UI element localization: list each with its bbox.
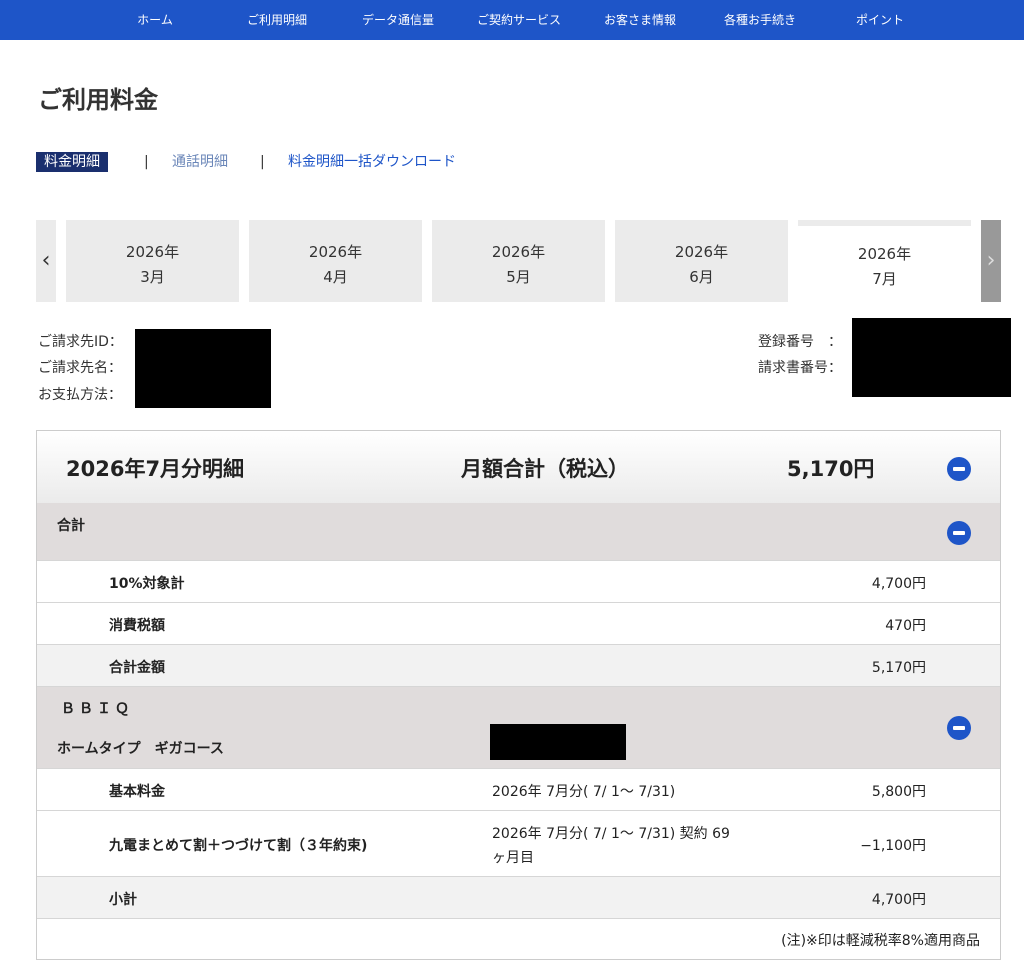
total-section-label: 合計	[57, 518, 85, 534]
month-month: 6月	[689, 268, 714, 286]
monthly-total-label: 月額合計（税込）	[461, 457, 629, 481]
row-label: 基本料金	[109, 784, 165, 800]
table-row: 合計金額 5,170円	[37, 645, 1000, 687]
month-tab-2026-06[interactable]: 2026年 6月	[615, 220, 788, 302]
chevron-right-icon[interactable]: ›	[981, 220, 1001, 302]
chevron-left-icon[interactable]: ‹	[36, 220, 56, 302]
row-label: 消費税額	[109, 618, 165, 634]
bulk-download-link[interactable]: 料金明細一括ダウンロード	[288, 152, 456, 172]
tab-call-details[interactable]: 通話明細	[172, 152, 228, 172]
table-row: 10%対象計 4,700円	[37, 561, 1000, 603]
month-month: 4月	[323, 268, 348, 286]
row-label: 小計	[109, 892, 137, 908]
redacted-block	[135, 329, 271, 408]
month-tab-2026-05[interactable]: 2026年 5月	[432, 220, 605, 302]
statement-panel: 2026年7月分明細 月額合計（税込） 5,170円 合計 10%対象計 4,7…	[36, 430, 1001, 960]
table-row: 消費税額 470円	[37, 603, 1000, 645]
row-label: 合計金額	[109, 660, 165, 676]
row-amount: 5,170円	[871, 660, 926, 676]
divider: |	[260, 154, 265, 170]
row-amount: 470円	[885, 618, 926, 634]
redacted-block	[490, 724, 626, 760]
service-plan: ホームタイプ ギガコース	[57, 741, 224, 757]
total-section-header: 合計	[37, 503, 1000, 561]
statement-title: 2026年7月分明細	[66, 457, 245, 481]
collapse-icon[interactable]	[947, 457, 971, 481]
nav-data-usage[interactable]: データ通信量	[362, 0, 434, 40]
service-name: ＢＢＩＱ	[61, 701, 133, 717]
row-period: 2026年 7月分( 7/ 1～ 7/31) 契約 69	[492, 826, 730, 842]
divider: |	[144, 154, 149, 170]
row-amount: −1,100円	[860, 838, 926, 854]
footnote-row: (注)※印は軽減税率8%適用商品	[37, 919, 1000, 959]
row-label: 九電まとめて割＋つづけて割（３年約束)	[109, 838, 368, 854]
service-section-header: ＢＢＩＱ ホームタイプ ギガコース	[37, 687, 1000, 769]
page-title: ご利用料金	[38, 86, 158, 114]
monthly-total-amount: 5,170円	[787, 457, 875, 481]
month-tab-2026-04[interactable]: 2026年 4月	[249, 220, 422, 302]
tab-billing-details[interactable]: 料金明細	[36, 152, 108, 172]
month-month: 7月	[872, 270, 897, 288]
nav-usage-details[interactable]: ご利用明細	[247, 0, 307, 40]
collapse-icon[interactable]	[947, 521, 971, 545]
month-tab-2026-07[interactable]: 2026年 7月	[798, 220, 971, 302]
month-year: 2026年	[674, 243, 729, 261]
month-year: 2026年	[308, 243, 363, 261]
row-amount: 4,700円	[871, 892, 926, 908]
table-row: 小計 4,700円	[37, 877, 1000, 919]
table-row: 基本料金 2026年 7月分( 7/ 1～ 7/31) 5,800円	[37, 769, 1000, 811]
collapse-icon[interactable]	[947, 716, 971, 740]
nav-procedures[interactable]: 各種お手続き	[724, 0, 796, 40]
month-month: 5月	[506, 268, 531, 286]
row-period-continued: ヶ月目	[492, 850, 534, 866]
nav-home[interactable]: ホーム	[137, 0, 173, 40]
month-selector: ‹ 2026年 3月 2026年 4月 2026年 5月 2026年 6月 20…	[0, 220, 1024, 302]
nav-points[interactable]: ポイント	[856, 0, 904, 40]
month-year: 2026年	[491, 243, 546, 261]
registration-number-label: 登録番号 ：	[758, 334, 842, 350]
row-label: 10%対象計	[109, 576, 185, 592]
invoice-number-label: 請求書番号：	[758, 360, 842, 376]
billing-name-label: ご請求先名：	[38, 360, 122, 376]
month-year: 2026年	[125, 243, 180, 261]
month-tab-2026-03[interactable]: 2026年 3月	[66, 220, 239, 302]
footnote: (注)※印は軽減税率8%適用商品	[781, 933, 980, 949]
payment-method-label: お支払方法：	[38, 387, 122, 403]
statement-header: 2026年7月分明細 月額合計（税込） 5,170円	[37, 431, 1000, 504]
billing-id-label: ご請求先ID：	[38, 334, 123, 350]
top-navigation: ホーム ご利用明細 データ通信量 ご契約サービス お客さま情報 各種お手続き ポ…	[0, 0, 1024, 40]
month-year: 2026年	[857, 245, 912, 263]
row-period: 2026年 7月分( 7/ 1～ 7/31)	[492, 784, 676, 800]
redacted-block	[852, 318, 1011, 397]
nav-customer-info[interactable]: お客さま情報	[604, 0, 676, 40]
table-row: 九電まとめて割＋つづけて割（３年約束) 2026年 7月分( 7/ 1～ 7/3…	[37, 811, 1000, 877]
row-amount: 5,800円	[871, 784, 926, 800]
row-amount: 4,700円	[871, 576, 926, 592]
month-month: 3月	[140, 268, 165, 286]
nav-contract-services[interactable]: ご契約サービス	[477, 0, 561, 40]
